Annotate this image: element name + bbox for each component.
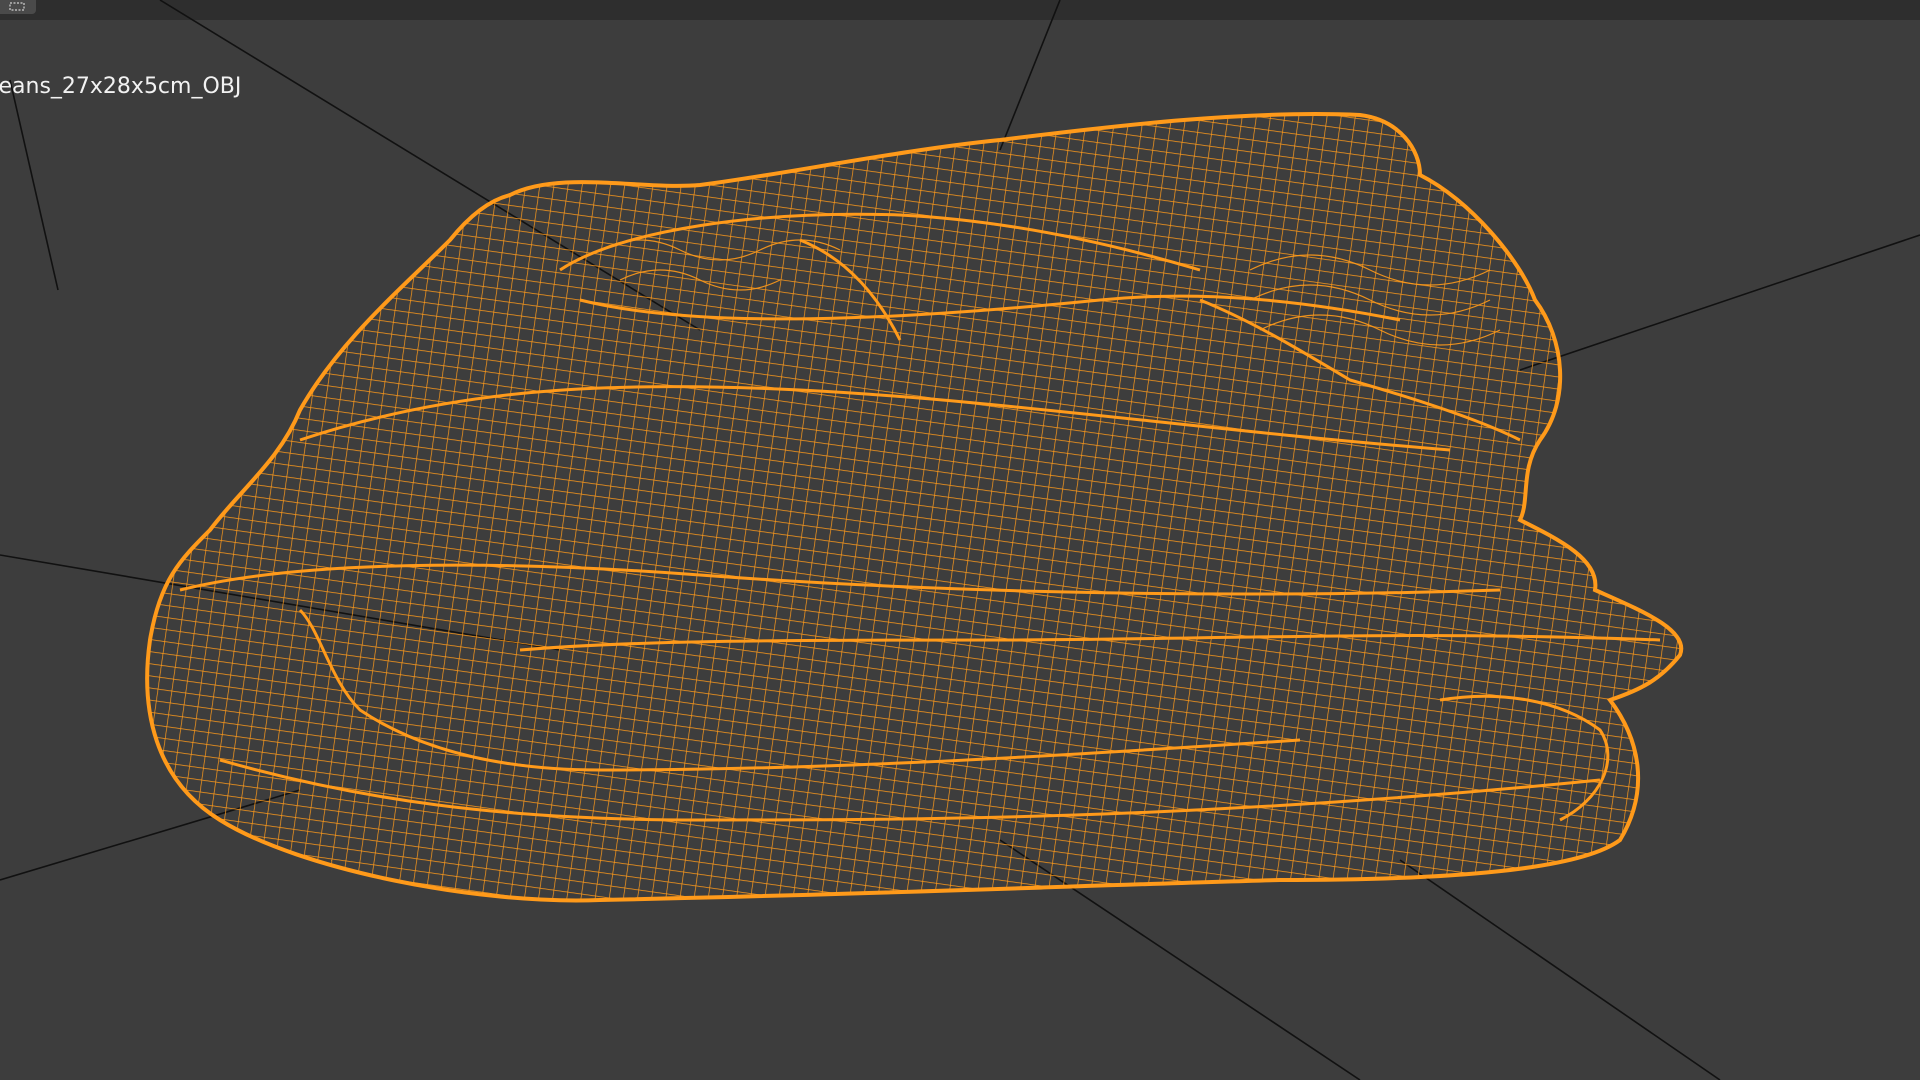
wireframe-scene[interactable] <box>0 0 1920 1080</box>
jeans-mesh <box>147 114 1682 901</box>
grid-line <box>999 0 1061 151</box>
3d-viewport[interactable]: Jeans_27x28x5cm_OBJ <box>0 0 1920 1080</box>
grid-line <box>1399 859 1721 1080</box>
grid-line <box>1519 234 1920 371</box>
object-name-label: Jeans_27x28x5cm_OBJ <box>0 74 242 99</box>
grid-line <box>9 79 59 291</box>
